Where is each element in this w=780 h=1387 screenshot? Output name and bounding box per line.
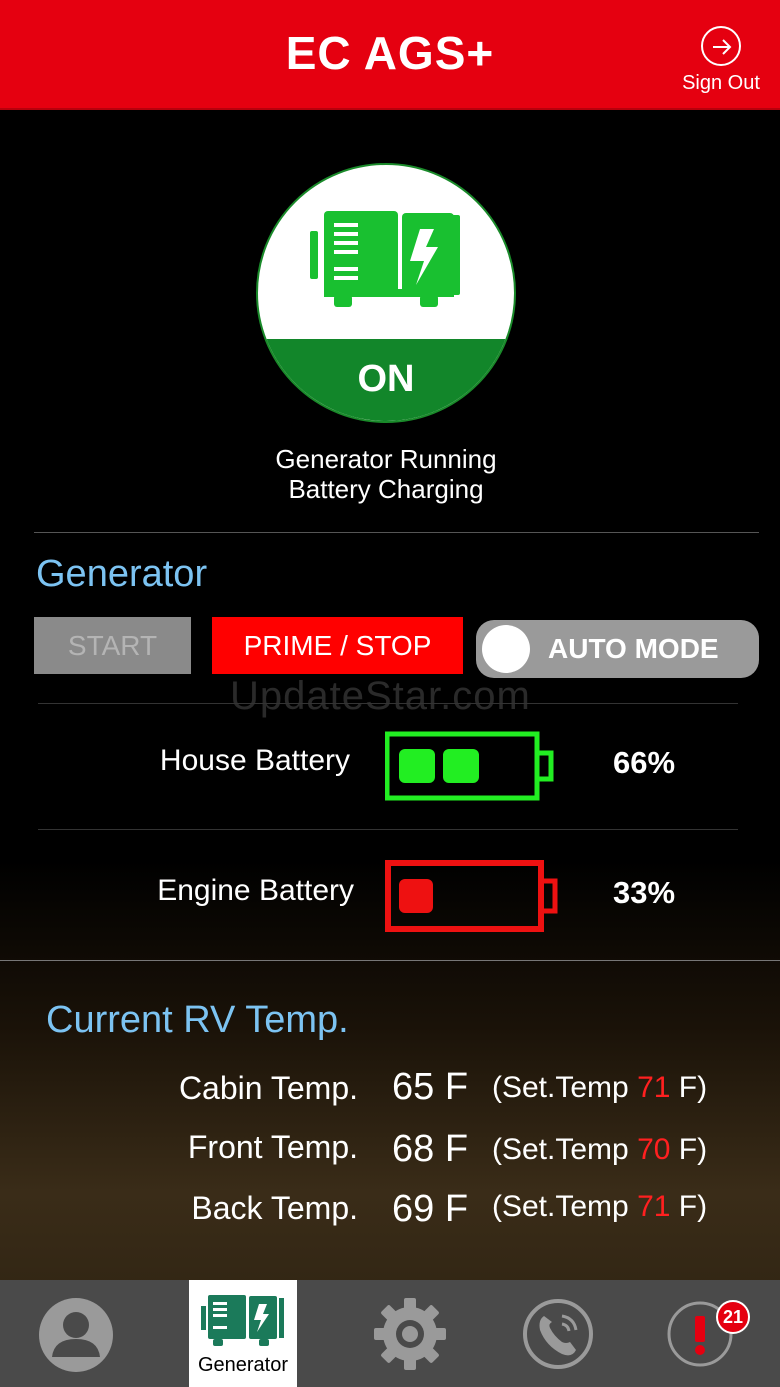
divider	[34, 532, 759, 533]
divider	[38, 829, 738, 830]
app-title: EC AGS+	[285, 27, 495, 79]
generator-power-button[interactable]: ON	[256, 163, 516, 423]
user-icon	[39, 1298, 113, 1372]
divider	[0, 960, 780, 961]
front-temp-value: 68 F	[392, 1128, 469, 1170]
cabin-set-temp: (Set.Temp 71 F)	[492, 1071, 708, 1104]
generator-state-label: ON	[357, 358, 415, 400]
tab-profile[interactable]	[20, 1280, 130, 1387]
auto-mode-toggle[interactable]: AUTO MODE	[476, 620, 759, 678]
generator-status-text: Generator Running Battery Charging	[0, 444, 772, 504]
front-set-temp-value: 70	[637, 1133, 671, 1166]
front-set-temp: (Set.Temp 70 F)	[492, 1133, 708, 1166]
tab-contact[interactable]	[510, 1280, 610, 1387]
house-battery-label: House Battery	[159, 744, 350, 777]
temp-section-title: Current RV Temp.	[46, 999, 349, 1041]
back-set-temp: (Set.Temp 71 F)	[492, 1190, 708, 1223]
engine-battery-percent: 33%	[613, 875, 676, 910]
gear-icon	[374, 1298, 446, 1370]
status-line-1: Generator Running	[275, 444, 497, 474]
generator-icon	[201, 1295, 284, 1346]
app-header: EC AGS+ Sign Out	[0, 0, 780, 110]
house-battery-percent: 66%	[613, 745, 676, 780]
back-temp-value: 69 F	[392, 1188, 469, 1230]
front-temp-label: Front Temp.	[187, 1129, 358, 1165]
sign-out-label: Sign Out	[682, 72, 760, 94]
phone-icon	[523, 1299, 593, 1369]
sign-out-icon	[701, 26, 741, 66]
cabin-temp-value: 65 F	[392, 1066, 469, 1108]
engine-battery-label: Engine Battery	[157, 874, 354, 907]
cabin-set-temp-value: 71	[637, 1071, 671, 1104]
generator-icon	[310, 211, 460, 307]
house-battery-icon	[385, 731, 554, 801]
engine-battery-icon	[385, 860, 558, 932]
prime-stop-button[interactable]: PRIME / STOP	[212, 617, 463, 674]
start-button[interactable]: START	[34, 617, 191, 674]
watermark: UpdateStar.com	[230, 674, 531, 718]
cabin-temp-label: Cabin Temp.	[178, 1070, 358, 1106]
alert-count-badge: 21	[716, 1300, 750, 1334]
tab-generator-label: Generator	[197, 1354, 289, 1376]
sign-out-button[interactable]: Sign Out	[676, 26, 766, 95]
tab-settings[interactable]	[360, 1280, 460, 1387]
status-line-2: Battery Charging	[288, 474, 484, 504]
divider	[38, 703, 738, 704]
back-temp-label: Back Temp.	[191, 1190, 358, 1226]
bottom-tab-bar: Generator	[0, 1280, 780, 1387]
back-set-temp-value: 71	[637, 1190, 671, 1223]
auto-mode-label: AUTO MODE	[548, 633, 719, 664]
toggle-knob	[482, 625, 530, 673]
generator-section-title: Generator	[36, 553, 208, 595]
tab-generator[interactable]: Generator	[189, 1280, 297, 1387]
